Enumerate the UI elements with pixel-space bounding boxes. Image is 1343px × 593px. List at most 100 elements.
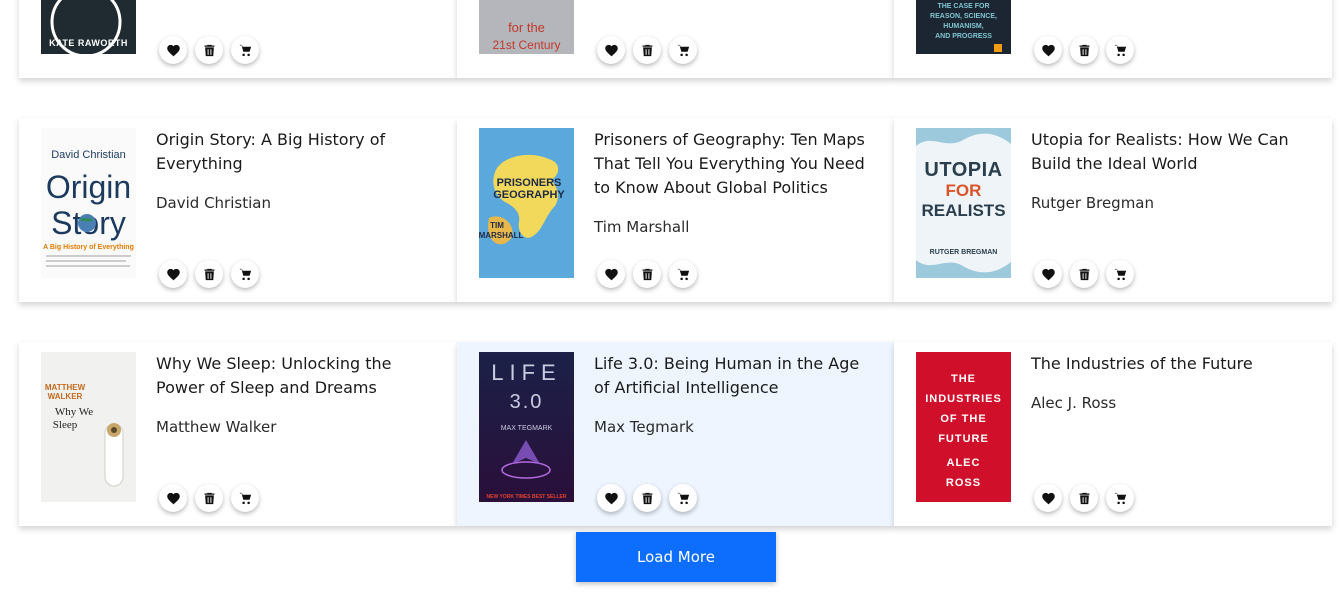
favorite-button[interactable] xyxy=(597,484,625,512)
cover-text: ALEC xyxy=(947,457,981,469)
book-card[interactable]: MATTHEW WALKER Why We Sleep Why We Sleep: Un… xyxy=(19,342,457,526)
trash-icon xyxy=(1079,44,1089,56)
cover-text: FUTURE xyxy=(938,433,989,445)
heart-icon xyxy=(1041,44,1055,56)
cover-text: NEW YORK TIMES BEST SELLER xyxy=(487,494,567,500)
heart-icon xyxy=(604,44,618,56)
book-cover[interactable]: David ChristianOriginStoryA Big History … xyxy=(41,128,136,278)
book-cover[interactable]: PRISONERS GEOGRAPHY TIM MARSHALL xyxy=(479,128,574,278)
book-title[interactable]: Life 3.0: Being Human in the Age of Arti… xyxy=(594,352,869,400)
delete-button[interactable] xyxy=(633,36,661,64)
trash-icon xyxy=(642,492,652,504)
cover-text: INDUSTRIES xyxy=(925,393,1002,405)
cart-icon xyxy=(239,268,251,280)
add-to-cart-button[interactable] xyxy=(669,484,697,512)
cover-text: 21st Century xyxy=(492,38,560,52)
load-more-button[interactable]: Load More xyxy=(576,532,776,582)
trash-icon xyxy=(204,268,214,280)
book-card[interactable]: for the 21st Century xyxy=(457,0,894,78)
book-actions xyxy=(1034,260,1134,288)
trash-icon xyxy=(1079,268,1089,280)
book-author: Tim Marshall xyxy=(594,218,690,236)
cover-text: David Christian xyxy=(51,149,126,161)
add-to-cart-button[interactable] xyxy=(1106,260,1134,288)
cover-text: MAX TEGMARK xyxy=(501,425,553,432)
favorite-button[interactable] xyxy=(1034,260,1062,288)
book-author: Matthew Walker xyxy=(156,418,277,436)
book-title[interactable]: The Industries of the Future xyxy=(1031,352,1306,376)
book-cover[interactable]: for the 21st Century xyxy=(479,0,574,54)
cart-icon xyxy=(677,268,689,280)
delete-button[interactable] xyxy=(195,36,223,64)
favorite-button[interactable] xyxy=(597,260,625,288)
cover-text: REASON, SCIENCE, xyxy=(930,13,997,20)
cover-text: TIM xyxy=(490,221,504,230)
book-card[interactable]: LIFE 3.0 MAX TEGMARK NEW YORK TIMES BEST SE… xyxy=(457,342,894,526)
book-title[interactable]: Origin Story: A Big History of Everythin… xyxy=(156,128,431,176)
delete-button[interactable] xyxy=(195,260,223,288)
delete-button[interactable] xyxy=(1070,260,1098,288)
book-card[interactable]: UTOPIA FOR REALISTS RUTGER BREGMAN Utopia fo… xyxy=(894,118,1332,302)
add-to-cart-button[interactable] xyxy=(231,36,259,64)
book-card[interactable]: KATE RAWORTH xyxy=(19,0,457,78)
heart-icon xyxy=(166,492,180,504)
favorite-button[interactable] xyxy=(1034,484,1062,512)
book-cover[interactable]: THE CASE FOR REASON, SCIENCE, HUMANISM, AND… xyxy=(916,0,1011,54)
book-card[interactable]: PRISONERS GEOGRAPHY TIM MARSHALL Prisoners o… xyxy=(457,118,894,302)
add-to-cart-button[interactable] xyxy=(1106,484,1134,512)
book-card[interactable]: David ChristianOriginStoryA Big History … xyxy=(19,118,457,302)
add-to-cart-button[interactable] xyxy=(1106,36,1134,64)
favorite-button[interactable] xyxy=(597,36,625,64)
book-author: Max Tegmark xyxy=(594,418,694,436)
add-to-cart-button[interactable] xyxy=(669,36,697,64)
add-to-cart-button[interactable] xyxy=(231,484,259,512)
favorite-button[interactable] xyxy=(159,36,187,64)
cart-icon xyxy=(677,44,689,56)
delete-button[interactable] xyxy=(633,260,661,288)
add-to-cart-button[interactable] xyxy=(231,260,259,288)
book-actions xyxy=(1034,484,1134,512)
book-card[interactable]: THE CASE FOR REASON, SCIENCE, HUMANISM, AND… xyxy=(894,0,1332,78)
book-row: KATE RAWORTH for the 21st Century THE CASE … xyxy=(19,0,1332,78)
book-actions xyxy=(597,484,697,512)
book-cover[interactable]: KATE RAWORTH xyxy=(41,0,136,54)
cover-text: FOR xyxy=(946,181,982,200)
cart-icon xyxy=(677,492,689,504)
cover-text: HUMANISM, xyxy=(943,23,983,30)
cover-text: Origin xyxy=(46,169,131,205)
book-title[interactable]: Prisoners of Geography: Ten Maps That Te… xyxy=(594,128,869,200)
cover-text: OF THE xyxy=(940,413,986,425)
delete-button[interactable] xyxy=(633,484,661,512)
delete-button[interactable] xyxy=(195,484,223,512)
book-cover[interactable]: THE INDUSTRIES OF THE FUTURE ALEC ROSS xyxy=(916,352,1011,502)
cart-icon xyxy=(1114,268,1126,280)
cover-text: A Big History of Everything xyxy=(43,244,134,251)
cover-text: RUTGER BREGMAN xyxy=(930,249,998,256)
cover-text: UTOPIA xyxy=(924,159,1002,181)
heart-icon xyxy=(166,44,180,56)
cart-icon xyxy=(1114,44,1126,56)
heart-icon xyxy=(1041,492,1055,504)
cover-text: THE CASE FOR xyxy=(937,3,989,10)
favorite-button[interactable] xyxy=(159,260,187,288)
book-title[interactable]: Why We Sleep: Unlocking the Power of Sle… xyxy=(156,352,431,400)
book-cover[interactable]: UTOPIA FOR REALISTS RUTGER BREGMAN xyxy=(916,128,1011,278)
cover-text: ROSS xyxy=(946,477,981,489)
cover-text: WALKER xyxy=(48,392,83,401)
delete-button[interactable] xyxy=(1070,484,1098,512)
book-card[interactable]: THE INDUSTRIES OF THE FUTURE ALEC ROSS The Ind… xyxy=(894,342,1332,526)
book-cover[interactable]: MATTHEW WALKER Why We Sleep xyxy=(41,352,136,502)
book-actions xyxy=(597,260,697,288)
heart-icon xyxy=(166,268,180,280)
cover-text: Why We xyxy=(55,406,93,418)
cover-text: AND PROGRESS xyxy=(935,33,992,40)
cover-text: for the xyxy=(508,20,545,35)
favorite-button[interactable] xyxy=(1034,36,1062,64)
book-actions xyxy=(159,36,259,64)
book-cover[interactable]: LIFE 3.0 MAX TEGMARK NEW YORK TIMES BEST SE… xyxy=(479,352,574,502)
add-to-cart-button[interactable] xyxy=(669,260,697,288)
book-title[interactable]: Utopia for Realists: How We Can Build th… xyxy=(1031,128,1306,176)
delete-button[interactable] xyxy=(1070,36,1098,64)
favorite-button[interactable] xyxy=(159,484,187,512)
trash-icon xyxy=(204,44,214,56)
